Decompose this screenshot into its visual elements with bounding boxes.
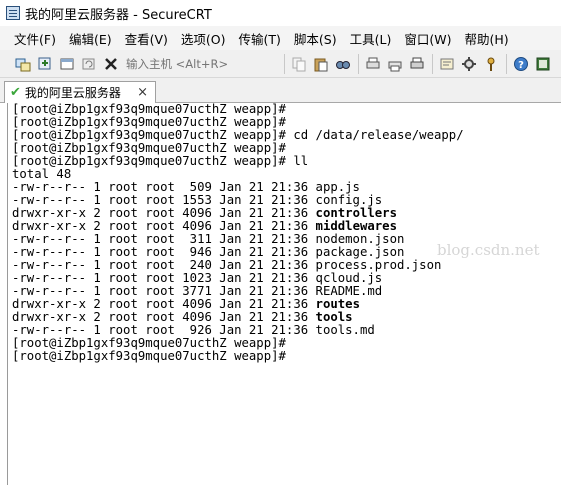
title-bar: 我的阿里云服务器 - SecureCRT — [0, 0, 561, 26]
session-tab-bar: ✔ 我的阿里云服务器 × — [0, 78, 561, 103]
toolbar-separator — [284, 53, 285, 74]
copy-icon[interactable] — [290, 55, 307, 72]
menu-window[interactable]: 窗口(W) — [404, 29, 451, 48]
print-icon[interactable] — [408, 55, 425, 72]
session-tab-label: 我的阿里云服务器 — [24, 86, 121, 100]
session-options-icon[interactable] — [438, 55, 455, 72]
disconnect-icon[interactable] — [102, 55, 119, 72]
menu-bar: 文件(F) 编辑(E) 查看(V) 选项(O) 传输(T) 脚本(S) 工具(L… — [0, 26, 561, 50]
menu-options[interactable]: 选项(O) — [181, 29, 226, 48]
directory-name: middlewares — [315, 219, 397, 233]
menu-tools[interactable]: 工具(L) — [350, 29, 392, 48]
directory-name: tools — [315, 310, 353, 324]
print-selection-icon[interactable] — [386, 55, 403, 72]
quick-connect-icon[interactable] — [36, 55, 53, 72]
window-title: 我的阿里云服务器 - SecureCRT — [25, 7, 212, 23]
menu-edit[interactable]: 编辑(E) — [69, 29, 112, 48]
close-icon[interactable]: × — [137, 85, 148, 100]
paste-icon[interactable] — [312, 55, 329, 72]
toolbar-separator — [506, 53, 507, 74]
toolbar: ? — [0, 50, 561, 78]
connect-tab-icon[interactable] — [58, 55, 75, 72]
session-tab[interactable]: ✔ 我的阿里云服务器 × — [4, 81, 156, 103]
menu-script[interactable]: 脚本(S) — [294, 29, 337, 48]
menu-file[interactable]: 文件(F) — [14, 29, 56, 48]
help-icon[interactable]: ? — [512, 55, 529, 72]
host-input[interactable] — [124, 54, 276, 73]
keymap-icon[interactable] — [482, 55, 499, 72]
toolbar-separator — [358, 53, 359, 74]
directory-name: controllers — [315, 206, 397, 220]
watermark: blog.csdn.net — [437, 241, 540, 259]
directory-name: routes — [315, 297, 360, 311]
check-icon: ✔ — [10, 85, 21, 100]
securecrt-app-icon[interactable] — [6, 6, 20, 20]
terminal-output[interactable]: [root@iZbp1gxf93q9mque07ucthZ weapp]# [r… — [7, 103, 561, 485]
menu-view[interactable]: 查看(V) — [125, 29, 168, 48]
menu-transfer[interactable]: 传输(T) — [239, 29, 281, 48]
terminal-line: [root@iZbp1gxf93q9mque07ucthZ weapp]# — [12, 349, 286, 363]
sftp-icon[interactable] — [534, 55, 551, 72]
menu-help[interactable]: 帮助(H) — [464, 29, 508, 48]
find-icon[interactable] — [334, 55, 351, 72]
toolbar-separator — [432, 53, 433, 74]
connect-icon[interactable] — [14, 55, 31, 72]
terminal-line: [root@iZbp1gxf93q9mque07ucthZ weapp]# ll — [12, 154, 309, 168]
global-options-icon[interactable] — [460, 55, 477, 72]
print-setup-icon[interactable] — [364, 55, 381, 72]
svg-text:?: ? — [518, 60, 524, 71]
reconnect-icon[interactable] — [80, 55, 97, 72]
